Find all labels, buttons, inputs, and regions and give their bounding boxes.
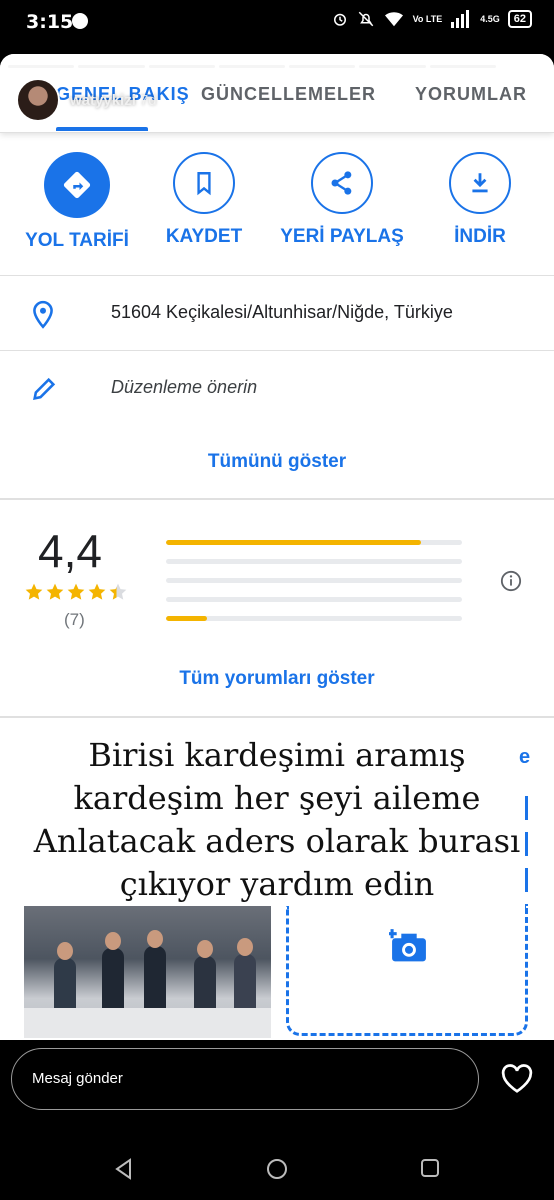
rating-bar [166, 559, 462, 564]
status-icons: Vo LTE 4.5G 62 [331, 10, 532, 28]
back-icon[interactable] [113, 1158, 135, 1180]
share-label: YERİ PAYLAŞ [280, 226, 404, 247]
tab-updates[interactable]: GÜNCELLEMELER [201, 84, 376, 105]
save-button[interactable]: KAYDET [134, 152, 274, 248]
star-icon [88, 583, 106, 600]
save-label: KAYDET [165, 226, 243, 247]
status-time: 3:15 [26, 11, 74, 33]
network-type: 4.5G [480, 14, 500, 24]
review-count: (7) [64, 610, 85, 629]
star-icon [109, 583, 127, 600]
system-nav-bar [0, 1140, 554, 1200]
caption-line: Anlatacak aders olarak burası [33, 822, 521, 860]
rating-stars [24, 582, 128, 602]
rating-distribution [166, 540, 462, 635]
progress-segment [8, 65, 75, 68]
alarm-icon [333, 13, 346, 26]
rating-bar [166, 616, 462, 621]
progress-segment [78, 65, 145, 68]
add-photo-button[interactable] [286, 796, 528, 1036]
signal-icon [451, 10, 470, 28]
caption-line: Birisi kardeşimi aramış [88, 736, 466, 774]
status-bar: 3:15 Vo LTE 4.5G 62 [0, 0, 554, 42]
progress-segment [148, 65, 215, 68]
divider [0, 498, 554, 500]
download-button[interactable]: İNDİR [410, 152, 550, 248]
mute-bell-icon [358, 11, 373, 27]
place-photo[interactable] [24, 906, 271, 1038]
show-all-reviews-link[interactable]: Tüm yorumları göster [0, 668, 554, 690]
recents-icon[interactable] [420, 1158, 440, 1178]
directions-label: YOL TARİFİ [25, 230, 129, 251]
star-icon [67, 583, 85, 600]
story-age: 7d [139, 91, 157, 109]
caption-line: çıkıyor yardım edin [119, 865, 435, 903]
story-caption: Birisi kardeşimi aramış kardeşim her şey… [20, 734, 534, 906]
directions-icon [44, 152, 110, 218]
message-input[interactable]: Mesaj gönder [11, 1048, 479, 1110]
rating-value: 4,4 [38, 525, 102, 577]
like-heart-icon[interactable] [500, 1064, 534, 1094]
share-icon [311, 152, 373, 214]
divider [0, 716, 554, 718]
message-placeholder: Mesaj gönder [32, 1070, 123, 1087]
volte-indicator: Vo LTE [412, 14, 443, 24]
progress-segment [218, 65, 286, 68]
location-pin-icon [33, 300, 53, 329]
star-icon [46, 583, 64, 600]
story-username: watyykizi [70, 91, 136, 109]
rating-bar [166, 578, 462, 583]
caption-line: kardeşim her şeyi aileme [73, 779, 481, 817]
download-icon [449, 152, 511, 214]
tab-reviews[interactable]: YORUMLAR [415, 84, 527, 105]
show-all-link[interactable]: Tümünü göster [0, 451, 554, 473]
story-progress-bar [8, 65, 496, 68]
rating-bar [166, 540, 462, 545]
address-text: 51604 Keçikalesi/Altunhisar/Niğde, Türki… [111, 302, 453, 322]
rating-bar-fill [166, 540, 421, 545]
avatar[interactable] [16, 78, 60, 122]
wifi-icon [384, 12, 403, 27]
info-icon[interactable] [500, 570, 522, 592]
active-tab-indicator [56, 127, 148, 131]
download-label: İNDİR [454, 226, 506, 247]
story-author[interactable]: watyykizi 7d [16, 78, 157, 122]
progress-segment [359, 65, 426, 68]
story-username-block: watyykizi 7d [70, 92, 157, 109]
rating-bar-fill [166, 616, 208, 621]
add-photo-camera-icon [389, 929, 426, 962]
story-content[interactable]: GENEL BAKIŞ GÜNCELLEMELER YORUMLAR watyy… [0, 54, 554, 1040]
share-place-button[interactable]: YERİ PAYLAŞ [272, 152, 412, 248]
message-notification-icon [72, 13, 88, 29]
bookmark-icon [173, 152, 235, 214]
address-row[interactable]: 51604 Keçikalesi/Altunhisar/Niğde, Türki… [0, 276, 554, 350]
star-icon [25, 583, 43, 600]
suggest-edit-row[interactable]: Düzenleme önerin [0, 351, 554, 425]
place-actions: YOL TARİFİ KAYDET YERİ PAYLAŞ İNDİR [0, 152, 554, 272]
battery-indicator: 62 [507, 10, 532, 28]
rating-bar [166, 597, 462, 602]
directions-button[interactable]: YOL TARİFİ [7, 152, 147, 252]
home-icon[interactable] [266, 1158, 288, 1180]
progress-segment [289, 65, 356, 68]
suggest-edit-text: Düzenleme önerin [111, 377, 258, 397]
pencil-icon [33, 377, 56, 400]
progress-segment [429, 65, 496, 68]
